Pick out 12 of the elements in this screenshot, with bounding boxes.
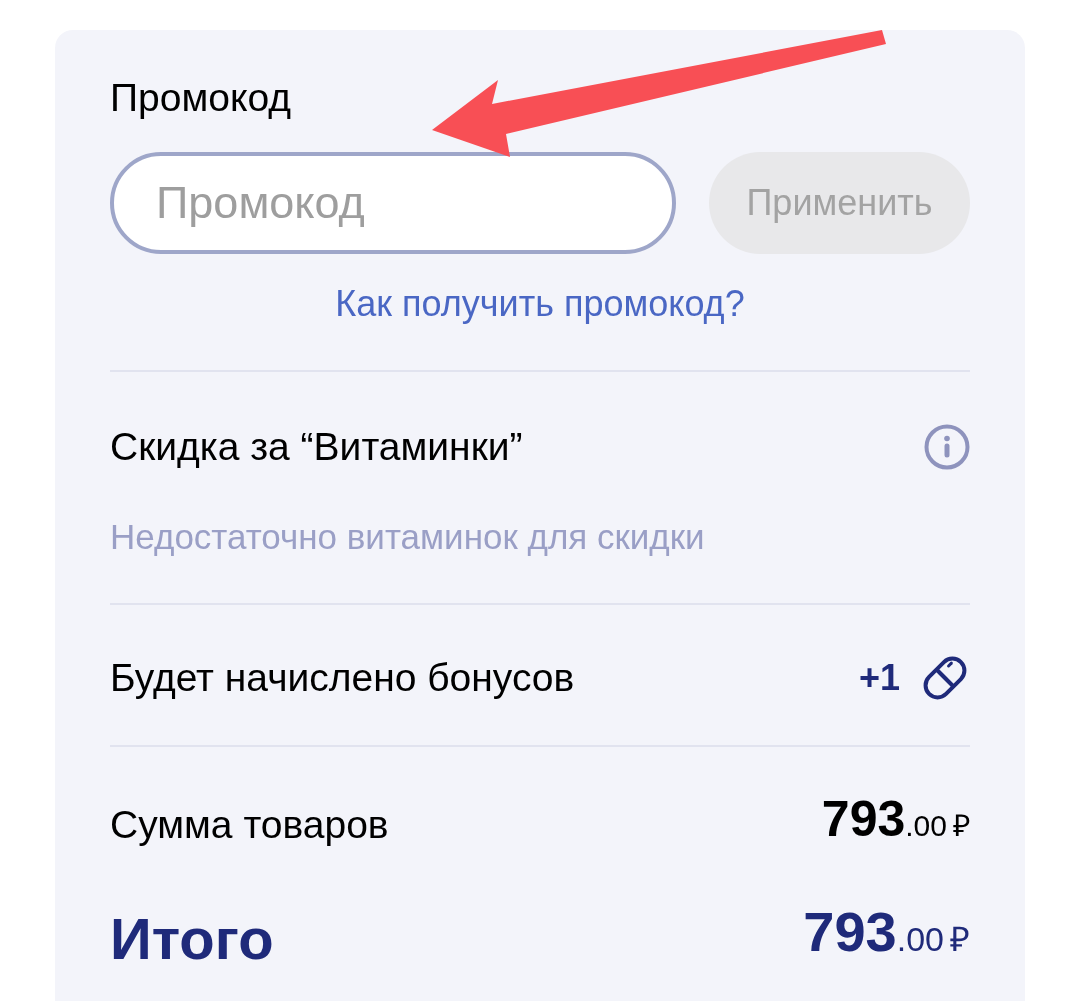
promo-input-field[interactable]: Промокод — [110, 152, 676, 254]
price-text: 793.00 ₽ — [821, 790, 970, 849]
sum-label: Сумма товаров — [110, 802, 389, 848]
bonus-value: +1 — [858, 656, 900, 700]
info-icon[interactable] — [924, 424, 970, 470]
price-text: 793.00 ₽ — [803, 900, 970, 965]
bonus-label: Будет начислено бонусов — [110, 655, 575, 701]
discount-label: Скидка за “Витаминки” — [110, 424, 523, 470]
discount-note: Недостаточно витаминок для скидки — [110, 516, 705, 558]
promo-label: Промокод — [110, 75, 291, 121]
total-label: Итого — [110, 907, 274, 971]
promo-help-link[interactable]: Как получить промокод? — [335, 282, 745, 326]
